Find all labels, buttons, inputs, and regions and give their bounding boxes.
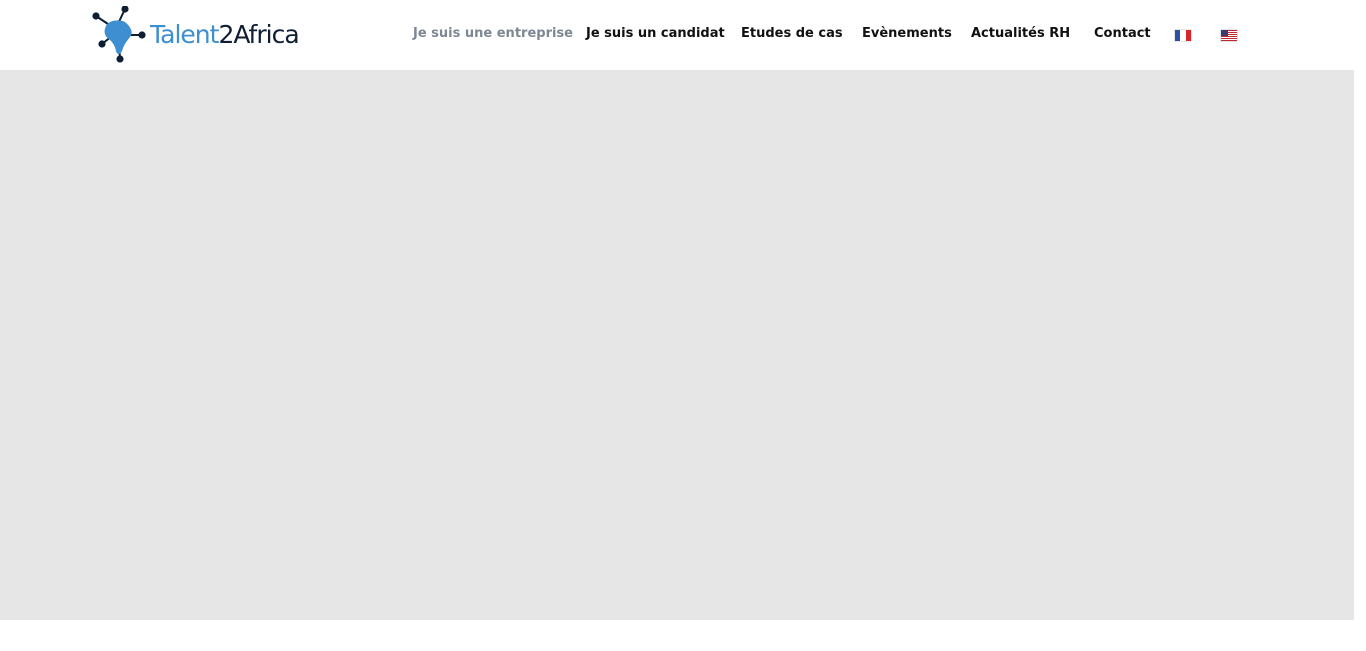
nav-item-entreprise[interactable]: Je suis une entreprise <box>413 26 573 42</box>
main-navigation: Je suis une entreprise Je suis un candid… <box>0 0 1354 70</box>
nav-item-candidat[interactable]: Je suis un candidat <box>586 26 725 42</box>
page: Talent2Africa Je suis une entreprise Je … <box>0 0 1354 651</box>
french-flag-icon[interactable] <box>1175 30 1191 41</box>
content-area <box>0 620 1354 651</box>
site-header: Talent2Africa Je suis une entreprise Je … <box>0 0 1354 70</box>
hero-banner <box>0 70 1354 620</box>
nav-item-etudes-de-cas[interactable]: Etudes de cas <box>741 26 843 42</box>
nav-item-evenements[interactable]: Evènements <box>862 26 952 42</box>
nav-item-actualites-rh[interactable]: Actualités RH <box>971 26 1070 42</box>
us-flag-icon[interactable] <box>1221 30 1237 41</box>
nav-item-contact[interactable]: Contact <box>1094 26 1151 42</box>
